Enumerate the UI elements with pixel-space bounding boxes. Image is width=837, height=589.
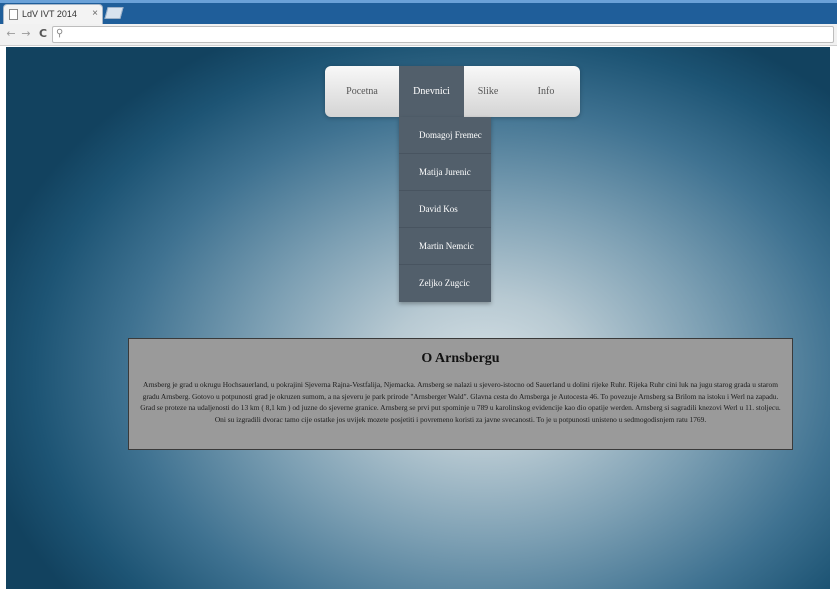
about-text: Arnsberg je grad u okrugu Hochsauerland,… (140, 380, 781, 424)
browser-toolbar: ← → C ⚲ (0, 24, 837, 46)
page-background: Pocetna Dnevnici Slike Info Domagoj Frem… (6, 47, 830, 589)
dropdown-item[interactable]: David Kos (399, 191, 491, 228)
address-input[interactable] (69, 28, 769, 41)
reload-icon[interactable]: C (36, 27, 50, 41)
dropdown-item[interactable]: Zeljko Zugcic (399, 265, 491, 302)
forward-icon[interactable]: → (19, 27, 33, 41)
dnevnici-dropdown: Domagoj Fremec Matija Jurenic David Kos … (399, 117, 491, 302)
titlebar-highlight (0, 0, 837, 3)
nav-item-pocetna[interactable]: Pocetna (325, 66, 399, 117)
main-nav: Pocetna Dnevnici Slike Info (325, 66, 580, 117)
search-icon: ⚲ (56, 28, 64, 39)
dropdown-item[interactable]: Martin Nemcic (399, 228, 491, 265)
about-box: O Arnsbergu Arnsberg je grad u okrugu Ho… (128, 338, 793, 450)
tab-close-icon[interactable]: × (92, 8, 98, 19)
browser-titlebar: LdV IVT 2014 × (0, 0, 837, 24)
nav-item-info[interactable]: Info (512, 66, 580, 117)
address-bar[interactable]: ⚲ (52, 26, 834, 43)
dropdown-item[interactable]: Matija Jurenic (399, 154, 491, 191)
nav-item-dnevnici[interactable]: Dnevnici (399, 66, 464, 117)
nav-item-slike[interactable]: Slike (464, 66, 512, 117)
new-tab-button[interactable] (104, 7, 124, 19)
dropdown-item[interactable]: Domagoj Fremec (399, 117, 491, 154)
page-viewport: Pocetna Dnevnici Slike Info Domagoj Frem… (0, 47, 837, 589)
about-title: O Arnsbergu (421, 351, 500, 366)
page-favicon-icon (9, 9, 18, 20)
back-icon[interactable]: ← (4, 27, 18, 41)
browser-tab[interactable]: LdV IVT 2014 × (3, 4, 103, 24)
tab-title: LdV IVT 2014 (22, 9, 77, 19)
